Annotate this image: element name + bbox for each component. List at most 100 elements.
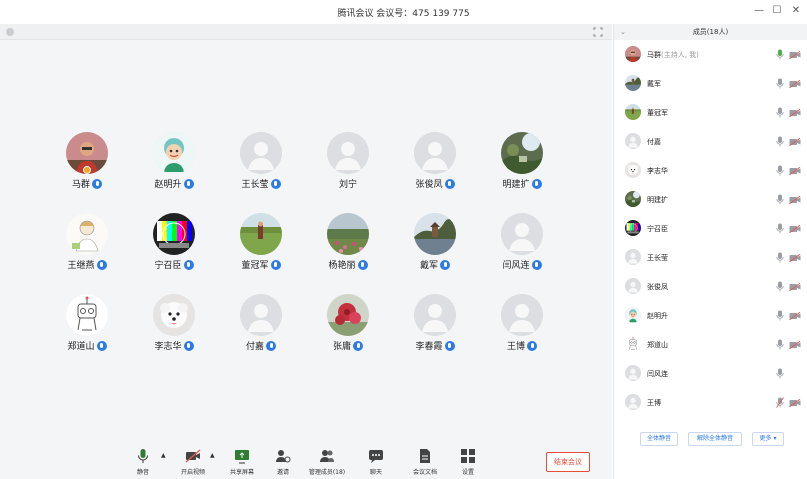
member-row[interactable]: 明建扩 <box>614 185 807 214</box>
participant-avatar <box>153 132 195 174</box>
member-row[interactable]: 董冠军 <box>614 98 807 127</box>
participant-name-row: 张庸 <box>308 339 388 352</box>
participant-avatar <box>414 213 456 255</box>
mic-status-icon <box>266 340 276 351</box>
participant-tile[interactable]: 闫风连 <box>482 213 562 271</box>
member-name: 马群(主持人, 我) <box>647 50 699 60</box>
participant-tile[interactable]: 戴军 <box>395 213 475 271</box>
microphone-icon[interactable] <box>776 223 784 234</box>
camera-off-icon[interactable] <box>789 225 801 233</box>
camera-off-icon[interactable] <box>789 283 801 291</box>
members-label: 管理成员(18) <box>308 469 346 476</box>
camera-off-icon[interactable] <box>789 109 801 117</box>
participant-tile[interactable]: 王长莹 <box>221 132 301 190</box>
member-name: 明建扩 <box>647 195 668 205</box>
camera-off-icon[interactable] <box>789 138 801 146</box>
close-button[interactable]: ✕ <box>789 4 803 18</box>
participant-tile[interactable]: 张庸 <box>308 294 388 352</box>
participant-tile[interactable]: 王继燕 <box>47 213 127 271</box>
member-row[interactable]: 李志华 <box>614 156 807 185</box>
chat-label: 聊天 <box>369 469 382 476</box>
microphone-icon[interactable] <box>776 107 784 118</box>
member-row[interactable]: 赵明升 <box>614 301 807 330</box>
member-row[interactable]: 王博 <box>614 388 807 417</box>
participant-tile[interactable]: 李志华 <box>134 294 214 352</box>
mic-status-icon <box>353 340 363 351</box>
microphone-icon[interactable] <box>776 252 784 263</box>
chat-button[interactable]: 聊天 <box>353 448 399 476</box>
mic-off-icon[interactable] <box>776 397 784 408</box>
maximize-button[interactable]: ☐ <box>770 4 784 18</box>
member-row[interactable]: 宁召臣 <box>614 214 807 243</box>
member-row[interactable]: 付嘉 <box>614 127 807 156</box>
microphone-icon[interactable] <box>776 78 784 89</box>
invite-icon <box>276 450 291 463</box>
participant-name: 王长莹 <box>241 180 269 190</box>
camera-off-icon[interactable] <box>789 254 801 262</box>
member-row[interactable]: 王长莹 <box>614 243 807 272</box>
participant-tile[interactable]: 付嘉 <box>221 294 301 352</box>
microphone-icon[interactable] <box>776 281 784 292</box>
mic-status-icon <box>531 259 542 270</box>
end-meeting-button[interactable]: 结束会议 <box>546 452 590 472</box>
unmute-all-button[interactable]: 解除全体静音 <box>688 432 742 446</box>
member-avatar <box>625 46 641 62</box>
camera-off-icon[interactable] <box>789 51 801 59</box>
camera-off-icon[interactable] <box>789 341 801 349</box>
member-row[interactable]: 张俊凤 <box>614 272 807 301</box>
participant-tile[interactable]: 张俊凤 <box>395 132 475 190</box>
share-screen-button[interactable]: 共享屏幕 <box>219 448 265 476</box>
camera-off-icon[interactable] <box>789 399 801 407</box>
more-button[interactable]: 更多 ▾ <box>752 432 784 446</box>
member-row[interactable]: 郑道山 <box>614 330 807 359</box>
participant-tile[interactable]: 宁召臣 <box>134 213 214 271</box>
window-title: 腾讯会议 会议号：475 139 775 <box>337 9 470 19</box>
minimize-button[interactable]: — <box>752 4 766 18</box>
bottom-toolbar: 静音 ▲ 开启视频 ▲ 共享屏幕 邀请 管理成员(18) 聊天 会议文档 设置 <box>0 440 612 479</box>
mute-all-button[interactable]: 全体静音 <box>640 432 678 446</box>
camera-off-icon[interactable] <box>789 167 801 175</box>
mute-options-caret[interactable]: ▲ <box>161 452 166 459</box>
participant-tile[interactable]: 董冠军 <box>221 213 301 271</box>
participant-tile[interactable]: 明建扩 <box>482 132 562 190</box>
member-row[interactable]: 马群(主持人, 我) <box>614 40 807 69</box>
microphone-icon[interactable] <box>776 194 784 205</box>
microphone-icon[interactable] <box>776 165 784 176</box>
mic-status-icon <box>440 259 450 270</box>
mute-button[interactable]: 静音 <box>120 448 166 476</box>
member-name-text: 郑道山 <box>647 341 668 349</box>
manage-members-button[interactable]: 管理成员(18) <box>304 448 350 476</box>
camera-off-icon[interactable] <box>789 80 801 88</box>
member-row[interactable]: 戴军 <box>614 69 807 98</box>
collapse-chevron-icon[interactable]: ⌄ <box>620 24 626 40</box>
invite-button[interactable]: 邀请 <box>260 448 306 476</box>
security-icon[interactable] <box>6 28 14 36</box>
participant-tile[interactable]: 李春霞 <box>395 294 475 352</box>
microphone-icon[interactable] <box>776 368 784 379</box>
microphone-icon[interactable] <box>776 136 784 147</box>
meeting-docs-button[interactable]: 会议文档 <box>402 448 448 476</box>
microphone-icon[interactable] <box>776 310 784 321</box>
settings-button[interactable]: 设置 <box>445 448 491 476</box>
participant-name-row: 张俊凤 <box>395 177 475 190</box>
participant-tile[interactable]: 杨艳丽 <box>308 213 388 271</box>
participant-tile[interactable]: 赵明升 <box>134 132 214 190</box>
participant-name: 戴军 <box>419 261 438 271</box>
fullscreen-icon[interactable] <box>593 27 603 37</box>
video-options-caret[interactable]: ▲ <box>210 452 215 459</box>
member-row[interactable]: 闫风连 <box>614 359 807 388</box>
participant-tile[interactable]: 郑道山 <box>47 294 127 352</box>
microphone-icon[interactable] <box>776 49 784 60</box>
camera-off-icon[interactable] <box>789 196 801 204</box>
microphone-icon[interactable] <box>776 339 784 350</box>
document-icon <box>420 449 430 463</box>
microphone-icon <box>138 449 148 463</box>
mic-status-icon <box>92 178 102 189</box>
participant-tile[interactable]: 王博 <box>482 294 562 352</box>
camera-off-icon[interactable] <box>789 312 801 320</box>
participant-name-row: 赵明升 <box>134 177 214 190</box>
participant-tile[interactable]: 马群 <box>47 132 127 190</box>
participant-name: 张庸 <box>332 342 351 352</box>
participant-tile[interactable]: 刘宁 <box>308 132 388 190</box>
participant-name: 杨艳丽 <box>328 261 356 271</box>
